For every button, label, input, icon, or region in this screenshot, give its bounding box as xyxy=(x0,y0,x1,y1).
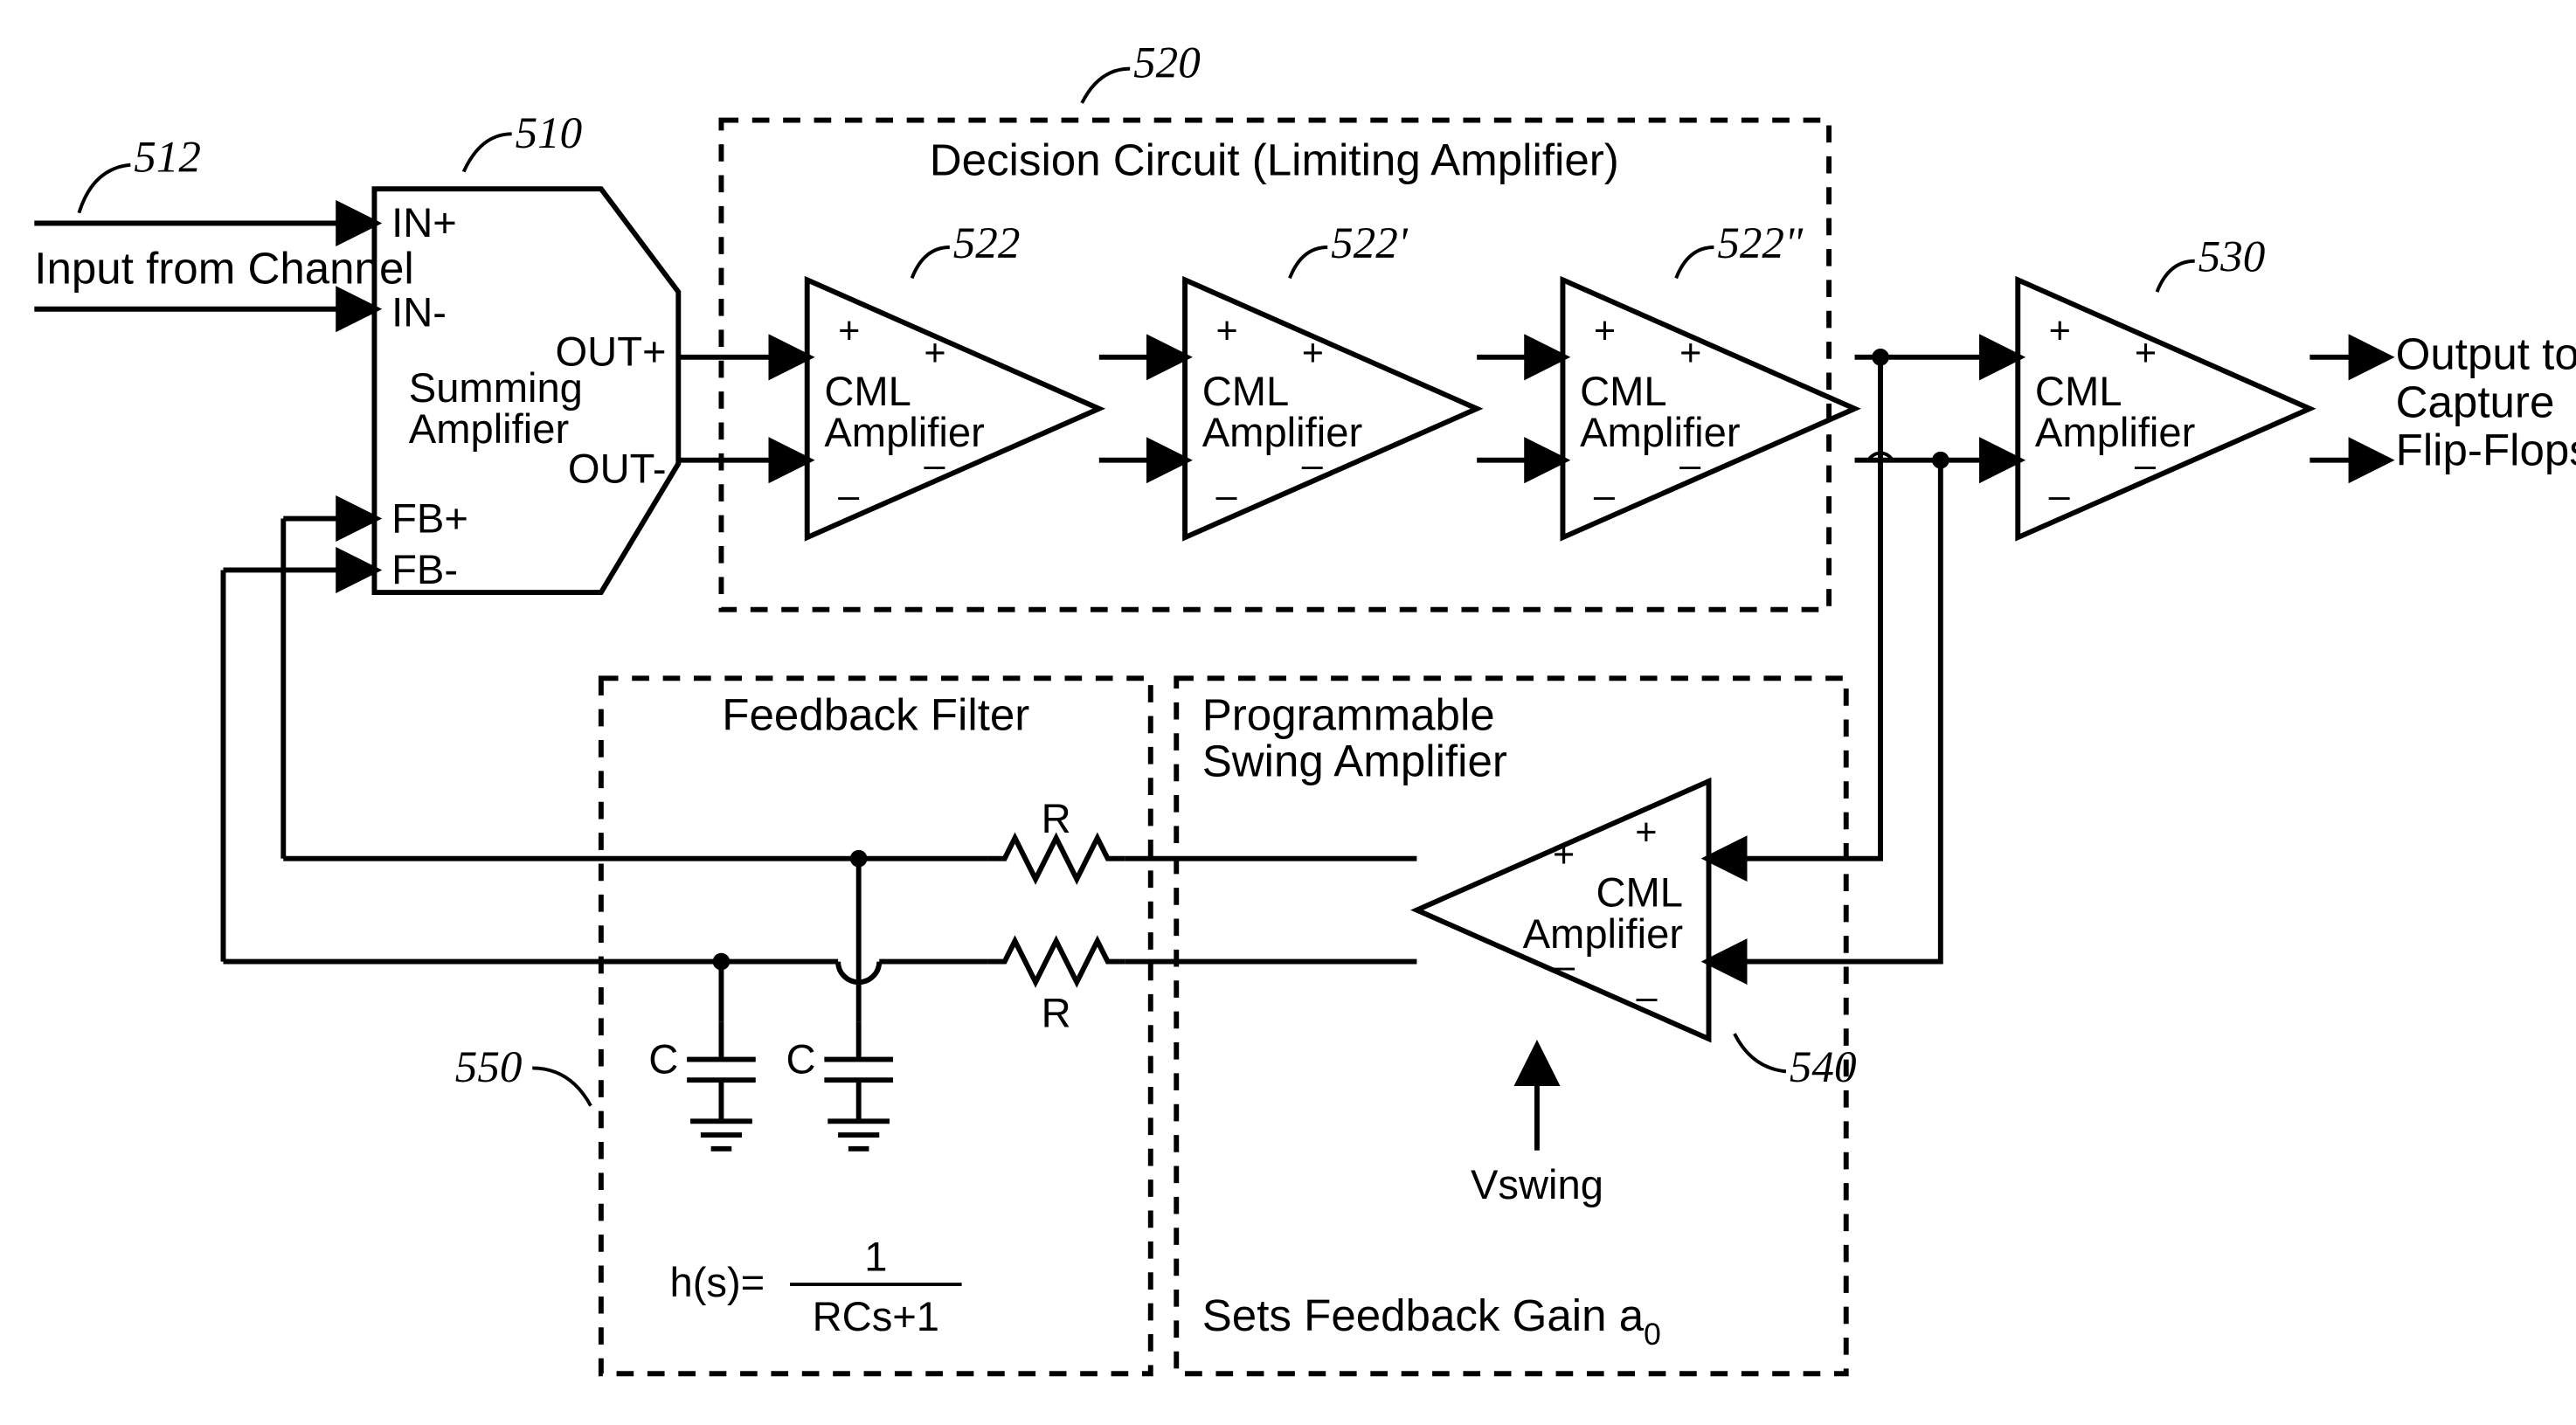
leader-512 xyxy=(79,165,130,213)
cap-plus xyxy=(824,1021,893,1148)
output-label3: Flip-Flops xyxy=(2396,425,2576,475)
swing-title2: Swing Amplifier xyxy=(1202,736,1507,785)
input-label: Input from Channel xyxy=(34,243,413,293)
pin-in-minus: IN- xyxy=(391,288,447,335)
ref-540: 540 xyxy=(1790,1042,1857,1092)
leader-510 xyxy=(464,134,512,171)
ref-520: 520 xyxy=(1133,38,1201,87)
output-label1: Output to xyxy=(2396,329,2576,379)
cml-amp-1-label1: CML xyxy=(824,368,911,414)
hfunc-lhs: h(s)= xyxy=(669,1259,765,1305)
pin-fb-plus: FB+ xyxy=(391,495,468,541)
ref-522p: 522' xyxy=(1331,218,1409,268)
summing-amp-label2: Amplifier xyxy=(409,405,569,452)
swing-note: Sets Feedback Gain a0 xyxy=(1202,1290,1661,1352)
cml-swing-label2: Amplifier xyxy=(1523,910,1683,957)
pin-fb-minus: FB- xyxy=(391,546,458,592)
pin-in-plus: IN+ xyxy=(391,199,457,246)
filter-title: Feedback Filter xyxy=(722,689,1029,739)
cml-amp-2-label2: Amplifier xyxy=(1202,409,1362,455)
ref-522pp: 522" xyxy=(1717,218,1804,268)
cml-amp-2-label1: CML xyxy=(1202,368,1290,414)
diagram-root: + + – – + + – – Decision Circuit (Limiti… xyxy=(0,0,2576,1425)
cml-amp-1-label2: Amplifier xyxy=(824,409,984,455)
ref-512: 512 xyxy=(134,133,201,183)
cap-minus-label: C xyxy=(648,1035,678,1082)
cml-amp-out-label1: CML xyxy=(2035,368,2122,414)
decision-circuit-title: Decision Circuit (Limiting Amplifier) xyxy=(930,135,1619,184)
resistor-top-label: R xyxy=(1042,795,1071,841)
output-label2: Capture xyxy=(2396,377,2555,427)
decision-circuit-box xyxy=(721,121,1829,610)
summing-amplifier: IN+ IN- OUT+ OUT- FB+ FB- Summing Amplif… xyxy=(374,189,678,592)
leader-522p xyxy=(1290,247,1327,278)
ref-510: 510 xyxy=(516,108,583,158)
resistor-bot xyxy=(987,941,1125,982)
wire-fb-tap-minus xyxy=(1709,460,1941,962)
cml-amp-3-label1: CML xyxy=(1580,368,1667,414)
summing-amp-label1: Summing xyxy=(409,364,583,411)
leader-520 xyxy=(1082,69,1130,103)
resistor-top xyxy=(987,838,1125,879)
swing-title1: Programmable xyxy=(1202,689,1495,739)
leader-530 xyxy=(2157,261,2194,292)
transfer-function: h(s)= 1 RCs+1 xyxy=(669,1233,961,1339)
hfunc-den: RCs+1 xyxy=(813,1293,939,1339)
cap-plus-label: C xyxy=(786,1035,815,1082)
ref-530: 530 xyxy=(2199,232,2266,282)
cml-amp-out-label2: Amplifier xyxy=(2035,409,2195,455)
cap-minus xyxy=(687,1021,756,1148)
leader-540 xyxy=(1735,1034,1786,1071)
cml-amp-3-label2: Amplifier xyxy=(1580,409,1740,455)
resistor-bot-label: R xyxy=(1042,989,1071,1035)
pin-out-minus: OUT- xyxy=(568,445,667,491)
leader-522pp xyxy=(1676,247,1714,278)
leader-522 xyxy=(912,247,950,278)
vswing-label: Vswing xyxy=(1471,1161,1603,1207)
hfunc-num: 1 xyxy=(864,1233,887,1279)
ref-550: 550 xyxy=(455,1042,523,1092)
leader-550 xyxy=(532,1068,591,1105)
cml-swing-label1: CML xyxy=(1596,869,1683,916)
ref-522: 522 xyxy=(953,218,1021,268)
